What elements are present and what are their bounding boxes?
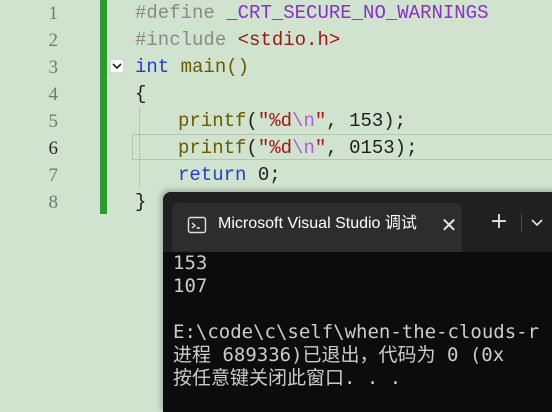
- change-tracking-bar: [100, 0, 107, 214]
- macro-name: _CRT_SECURE_NO_WARNINGS: [226, 2, 489, 24]
- line-number: 3: [48, 57, 59, 78]
- chevron-down-icon[interactable]: [527, 210, 547, 234]
- console-titlebar[interactable]: Microsoft Visual Studio 调试 ✕ +: [163, 192, 552, 252]
- function-call: printf: [178, 137, 247, 159]
- return-value: 0;: [246, 164, 281, 186]
- call-args: , 0153);: [326, 137, 418, 159]
- code-line-7[interactable]: return 0;: [178, 162, 281, 189]
- fold-chevron-icon[interactable]: [110, 59, 124, 73]
- indent-guide: [139, 108, 140, 188]
- code-line-6[interactable]: printf("%d\n", 0153);: [178, 135, 417, 162]
- string-literal: "%d: [257, 110, 293, 132]
- function-call: printf: [178, 110, 247, 132]
- console-output-line: 153: [173, 252, 208, 274]
- tab-title: Microsoft Visual Studio 调试: [218, 215, 417, 232]
- string-literal-end: ": [314, 137, 327, 159]
- code-line-1[interactable]: #define _CRT_SECURE_NO_WARNINGS: [135, 0, 488, 27]
- line-number: 1: [48, 3, 59, 24]
- string-literal-end: ": [314, 110, 327, 132]
- return-keyword: return: [178, 164, 247, 186]
- code-line-5[interactable]: printf("%d\n", 153);: [178, 108, 406, 135]
- code-line-2[interactable]: #include <stdio.h>: [135, 27, 340, 54]
- function-name: main(): [180, 56, 250, 78]
- code-line-4[interactable]: {: [135, 81, 146, 108]
- console-output-line: 107: [173, 275, 208, 297]
- console-output-line: E:\code\c\self\when-the-clouds-r: [173, 321, 540, 343]
- debug-console-window[interactable]: Microsoft Visual Studio 调试 ✕ + 153 107 E…: [163, 192, 552, 412]
- console-output-line: 按任意键关闭此窗口. . .: [173, 367, 402, 389]
- include-header: <stdio.h>: [237, 29, 341, 51]
- paren: (: [246, 137, 258, 159]
- code-line-3[interactable]: int main(): [135, 54, 249, 81]
- console-output-line: 进程 689336)已退出，代码为 0 (0x: [173, 344, 505, 366]
- open-brace: {: [135, 83, 147, 105]
- escape-sequence: \n: [292, 110, 315, 132]
- code-line-8[interactable]: }: [135, 189, 146, 216]
- titlebar-divider: [521, 214, 522, 232]
- new-tab-button[interactable]: +: [487, 210, 511, 234]
- call-args: , 153);: [326, 110, 407, 132]
- close-brace: }: [135, 191, 147, 213]
- escape-sequence: \n: [292, 137, 315, 159]
- terminal-icon: [187, 216, 207, 234]
- paren: (: [246, 110, 258, 132]
- line-number: 7: [48, 165, 59, 186]
- type-keyword: int: [135, 56, 170, 78]
- line-number: 5: [48, 111, 59, 132]
- close-tab-icon[interactable]: ✕: [437, 213, 461, 237]
- line-number: 8: [48, 192, 59, 213]
- preprocessor-directive: #include: [135, 29, 227, 51]
- line-number: 2: [48, 30, 59, 51]
- preprocessor-directive: #define: [135, 2, 215, 24]
- line-number: 4: [48, 84, 59, 105]
- string-literal: "%d: [257, 137, 293, 159]
- line-number-active: 6: [48, 138, 59, 159]
- console-tab[interactable]: Microsoft Visual Studio 调试 ✕: [172, 203, 462, 252]
